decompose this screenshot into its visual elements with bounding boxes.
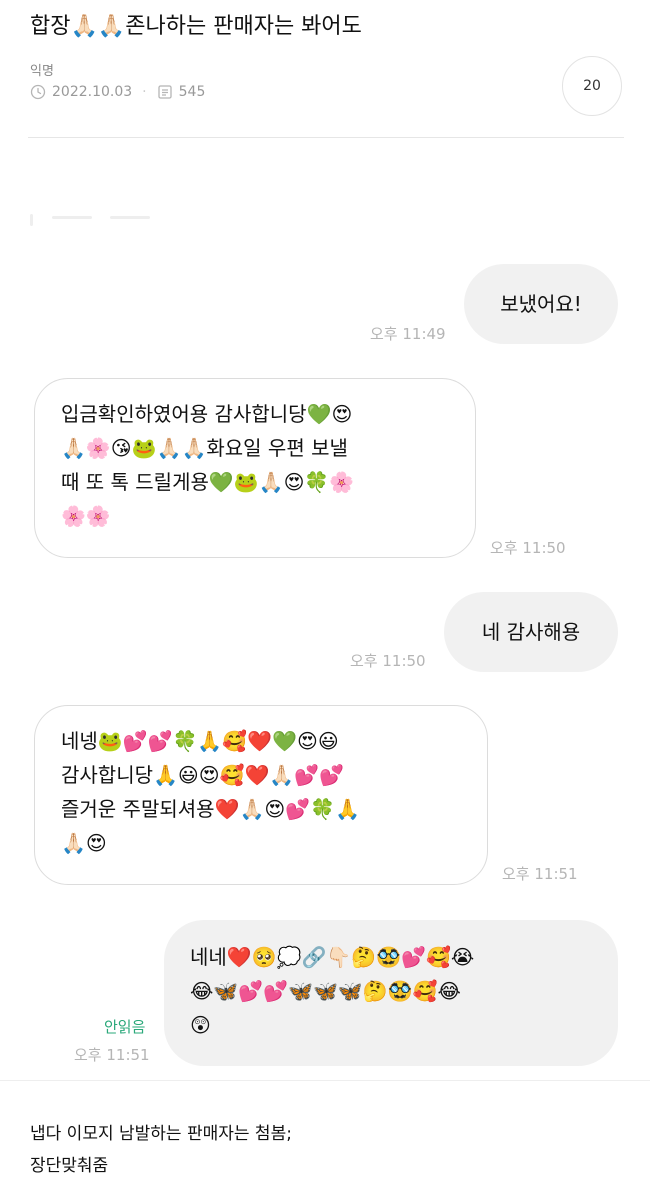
message-bubble-outgoing[interactable]: 네 감사해용 [444,592,618,672]
post-title: 합장🙏🏻🙏🏻존나하는 판매자는 봐어도 [30,14,362,39]
message-line: 감사합니당🙏😃😍🥰❤️🙏🏻💕💕 [61,763,345,787]
comment-count: 20 [583,78,601,94]
message-line: 네네❤️🥺💭🔗👇🏻🤔🥸💕🥰😭 [190,945,475,969]
header-divider [28,137,624,138]
post-body-line: 장단맞춰줌 [30,1156,109,1176]
post-header: 합장🙏🏻🙏🏻존나하는 판매자는 봐어도 익명 2022.10.03 · 545 … [0,0,650,140]
message-time: 오후 11:49 [370,325,446,343]
post-author: 익명 [30,64,54,79]
message-line: 🙏🏻🌸😘🐸🙏🏻🙏🏻화요일 우편 보낼 [61,436,348,460]
unread-status: 안읽음 [104,1018,146,1036]
message-line: 입금확인하였어용 감사합니당💚😍 [61,402,353,426]
post-date: 2022.10.03 [52,84,133,100]
message-time: 오후 11:51 [502,865,578,883]
message-text: 네 감사해용 [481,620,581,644]
message-line: 즐거운 주말되셔용❤️🙏🏻😍💕🍀🙏 [61,797,360,821]
meta-separator: · [142,84,147,100]
clock-icon [30,84,46,100]
post-views: 545 [178,84,206,100]
comment-count-button[interactable]: 20 [562,56,622,116]
post-meta: 2022.10.03 · 545 [30,84,205,100]
message-bubble-outgoing[interactable]: 보냈어요! [464,264,618,344]
message-text: 보냈어요! [500,292,582,316]
post-body: 냅다 이모지 남발하는 판매자는 첨봄; 장단맞춰줌 [0,1080,650,1201]
message-bubble-outgoing[interactable]: 네네❤️🥺💭🔗👇🏻🤔🥸💕🥰😭 😂🦋💕💕🦋🦋🦋🤔🥸🥰😂 😲 [164,920,618,1066]
cropped-message-remnant [30,212,150,228]
post-body-line: 냅다 이모지 남발하는 판매자는 첨봄; [30,1124,292,1144]
message-bubble-incoming[interactable]: 입금확인하였어용 감사합니당💚😍 🙏🏻🌸😘🐸🙏🏻🙏🏻화요일 우편 보낼 때 또 … [34,378,476,558]
message-line: 때 또 톡 드릴게용💚🐸🙏🏻😍🍀🌸 [61,470,355,494]
message-line: 🙏🏻😍 [61,831,107,855]
message-line: 네넹🐸💕💕🍀🙏🥰❤️💚😍😃 [61,729,339,753]
message-time: 오후 11:50 [350,652,426,670]
message-line: 😂🦋💕💕🦋🦋🦋🤔🥸🥰😂 [190,979,461,1003]
message-line: 😲 [190,1013,211,1037]
chat-screenshot: 보냈어요! 오후 11:49 입금확인하였어용 감사합니당💚😍 🙏🏻🌸😘🐸🙏🏻🙏… [0,140,650,1080]
views-icon [157,84,173,100]
message-time: 오후 11:50 [490,539,566,557]
message-time: 오후 11:51 [74,1046,150,1064]
message-bubble-incoming[interactable]: 네넹🐸💕💕🍀🙏🥰❤️💚😍😃 감사합니당🙏😃😍🥰❤️🙏🏻💕💕 즐거운 주말되셔용❤… [34,705,488,885]
message-line: 🌸🌸 [61,504,111,528]
